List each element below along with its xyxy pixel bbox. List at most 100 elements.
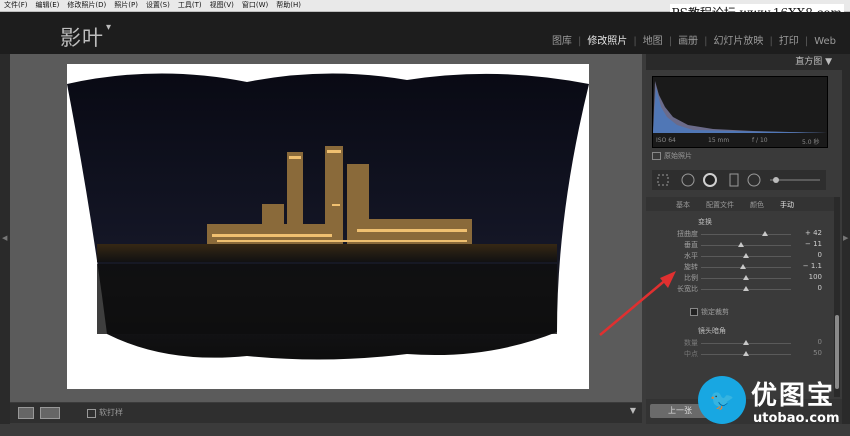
slider-value[interactable]: 0 — [796, 338, 822, 346]
vignette-slider-row: 中点 50 — [646, 349, 826, 359]
slider-value[interactable]: 100 — [796, 273, 822, 281]
collapse-triangle-icon[interactable]: ▼ — [825, 57, 832, 67]
logo-url: utobao.com — [753, 411, 840, 426]
expand-left-icon[interactable]: ◀ — [2, 234, 7, 242]
slider-value[interactable]: − 1.1 — [796, 262, 822, 270]
menu-develop[interactable]: 修改照片(D) — [63, 0, 110, 11]
slider-value[interactable]: 0 — [796, 284, 822, 292]
focal-length: 15 mm — [708, 137, 730, 144]
tab-color[interactable]: 颜色 — [750, 200, 764, 210]
module-picker: 图库 | 修改照片 | 地图 | 画册 | 幻灯片放映 | 打印 | Web — [546, 32, 842, 47]
transform-slider-row: 长宽比 0 — [646, 284, 826, 294]
slider-handle[interactable] — [743, 275, 749, 280]
menu-help[interactable]: 帮助(H) — [272, 0, 305, 11]
soft-proof-label: 软打样 — [99, 408, 123, 417]
bird-logo-icon: 🐦 — [698, 376, 746, 424]
slider-handle[interactable] — [740, 264, 747, 269]
slider-value[interactable]: 50 — [796, 349, 822, 357]
transform-slider-row: 水平 0 — [646, 251, 826, 261]
slider-handle[interactable] — [743, 340, 749, 345]
tool-strip — [652, 170, 826, 190]
slider-handle[interactable] — [743, 286, 749, 291]
transform-slider-row: 比例 100 — [646, 273, 826, 283]
transform-slider-row: 扭曲度 + 42 — [646, 229, 826, 239]
slider-track[interactable] — [701, 253, 791, 258]
module-book[interactable]: 画册 — [672, 32, 704, 47]
view-mode-loupe-icon[interactable] — [18, 407, 34, 419]
slider-track[interactable] — [701, 286, 791, 291]
histogram-title: 直方图 — [795, 57, 823, 67]
slider-track[interactable] — [701, 275, 791, 280]
module-web[interactable]: Web — [808, 36, 842, 47]
module-slideshow[interactable]: 幻灯片放映 — [707, 32, 769, 47]
vignette-section-title: 镜头暗角 — [698, 327, 726, 335]
slider-label: 长宽比 — [677, 285, 698, 293]
vignette-slider-row: 数量 0 — [646, 338, 826, 348]
module-library[interactable]: 图库 — [546, 32, 578, 47]
slider-label: 扭曲度 — [677, 230, 698, 238]
slider-handle[interactable] — [743, 351, 749, 356]
slider-value[interactable]: − 11 — [796, 240, 822, 248]
chevron-down-icon: ▾ — [106, 22, 113, 33]
transform-section-title: 变换 — [698, 218, 712, 226]
left-panel-collapsed[interactable]: ◀ — [0, 54, 10, 424]
logo-text: 优图宝 — [751, 381, 836, 411]
before-after-icon[interactable] — [40, 407, 60, 419]
menu-photo[interactable]: 照片(P) — [110, 0, 142, 11]
slider-track[interactable] — [701, 242, 791, 247]
menu-file[interactable]: 文件(F) — [0, 0, 32, 11]
slider-label: 比例 — [684, 274, 698, 282]
menu-view[interactable]: 视图(V) — [206, 0, 238, 11]
slider-label: 垂直 — [684, 241, 698, 249]
right-panel-edge[interactable]: ▶ — [842, 54, 850, 424]
toolbar-menu-icon[interactable]: ▼ — [630, 406, 636, 415]
original-photo-toggle[interactable]: 原始照片 — [652, 151, 692, 161]
tab-manual[interactable]: 手动 — [780, 200, 794, 210]
slider-label: 数量 — [684, 339, 698, 347]
slider-handle[interactable] — [761, 231, 768, 236]
aperture-value: f / 10 — [752, 137, 768, 144]
warped-panorama-image — [67, 73, 589, 360]
utobao-logo: 🐦 优图宝 utobao.com — [693, 371, 843, 433]
menu-tools[interactable]: 工具(T) — [174, 0, 206, 11]
histogram-header[interactable]: 直方图 ▼ — [646, 54, 842, 70]
menu-window[interactable]: 窗口(W) — [238, 0, 272, 11]
slider-label: 中点 — [684, 350, 698, 358]
top-bar: 影叶 ▾ 图库 | 修改照片 | 地图 | 画册 | 幻灯片放映 | 打印 | Web — [0, 12, 850, 54]
slider-value[interactable]: + 42 — [796, 229, 822, 237]
lock-crop-checkbox[interactable]: 锁定裁剪 — [690, 307, 729, 317]
iso-value: ISO 64 — [656, 137, 676, 144]
identity-plate[interactable]: 影叶 ▾ — [60, 22, 112, 52]
photo-preview[interactable] — [67, 64, 589, 389]
slider-handle[interactable] — [743, 253, 749, 258]
lens-corrections-tabs: 基本 配置文件 颜色 手动 — [646, 197, 836, 211]
module-map[interactable]: 地图 — [637, 32, 669, 47]
brand-name: 影叶 — [60, 26, 104, 50]
slider-label: 水平 — [684, 252, 698, 260]
slider-track[interactable] — [701, 351, 791, 356]
slider-track[interactable] — [701, 264, 791, 269]
transform-slider-row: 垂直 − 11 — [646, 240, 826, 250]
soft-proof-checkbox[interactable] — [87, 409, 96, 418]
histogram-graph[interactable]: ISO 64 15 mm f / 10 5.0 秒 — [652, 76, 828, 148]
slider-track[interactable] — [701, 340, 791, 345]
module-develop[interactable]: 修改照片 — [581, 32, 633, 47]
panel-scrollbar[interactable] — [834, 197, 840, 397]
module-print[interactable]: 打印 — [773, 32, 805, 47]
slider-handle[interactable] — [737, 242, 744, 247]
right-panel: 直方图 ▼ ISO 64 15 mm f / 10 5.0 秒 原始照片 基本 … — [646, 54, 842, 424]
bottom-toolbar: 软打样 ▼ — [10, 403, 642, 423]
tab-basic[interactable]: 基本 — [676, 200, 690, 210]
histogram-curve — [653, 81, 827, 133]
slider-label: 旋转 — [684, 263, 698, 271]
lock-crop-label: 锁定裁剪 — [701, 308, 729, 316]
image-canvas[interactable] — [10, 54, 642, 402]
slider-track[interactable] — [701, 231, 791, 236]
menu-settings[interactable]: 设置(S) — [142, 0, 174, 11]
shutter-speed: 5.0 秒 — [802, 139, 820, 146]
tab-profile[interactable]: 配置文件 — [706, 200, 734, 210]
slider-value[interactable]: 0 — [796, 251, 822, 259]
collapse-right-icon[interactable]: ▶ — [843, 234, 848, 242]
menu-edit[interactable]: 编辑(E) — [32, 0, 64, 11]
transform-slider-row: 旋转 − 1.1 — [646, 262, 826, 272]
